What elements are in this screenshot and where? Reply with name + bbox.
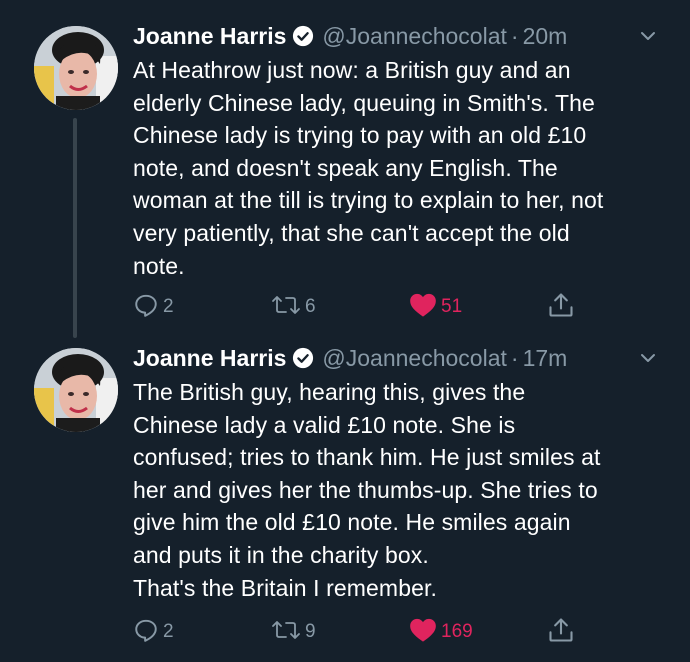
tweet-header: Joanne Harris @Joannechocolat · 17m — [133, 340, 567, 376]
retweet-button[interactable]: 9 — [271, 617, 316, 647]
chevron-down-icon[interactable] — [638, 26, 658, 51]
share-icon — [547, 291, 575, 324]
tweet-text: At Heathrow just now: a British guy and … — [133, 57, 604, 279]
author-name[interactable]: Joanne Harris — [133, 345, 286, 372]
like-count: 169 — [441, 621, 473, 642]
reply-icon — [133, 292, 159, 323]
reply-count: 2 — [163, 296, 174, 317]
tweet-2[interactable]: Joanne Harris @Joannechocolat · 17m The … — [0, 340, 690, 650]
separator-dot: · — [510, 344, 519, 371]
tweet-header: Joanne Harris @Joannechocolat · 20m — [133, 18, 567, 54]
heart-icon — [409, 617, 437, 648]
like-button[interactable]: 51 — [409, 292, 462, 322]
tweet-time[interactable]: 17m — [523, 345, 568, 372]
tweet-actions: 2 9 169 — [133, 617, 583, 647]
verified-badge-icon — [292, 347, 314, 369]
retweet-icon — [271, 617, 301, 648]
avatar[interactable] — [34, 348, 118, 432]
tweet-1[interactable]: Joanne Harris @Joannechocolat · 20m At H… — [0, 18, 690, 328]
share-button[interactable] — [547, 292, 575, 322]
retweet-icon — [271, 292, 301, 323]
like-count: 51 — [441, 296, 463, 317]
heart-icon — [409, 292, 437, 323]
tweet-time[interactable]: 20m — [523, 23, 568, 50]
separator-dot: · — [510, 22, 519, 49]
reply-button[interactable]: 2 — [133, 617, 174, 647]
chevron-down-icon[interactable] — [638, 348, 658, 373]
author-name[interactable]: Joanne Harris — [133, 23, 286, 50]
retweet-count: 9 — [305, 621, 316, 642]
verified-badge-icon — [292, 25, 314, 47]
retweet-count: 6 — [305, 296, 316, 317]
reply-count: 2 — [163, 621, 174, 642]
tweet-actions: 2 6 51 — [133, 292, 583, 322]
retweet-button[interactable]: 6 — [271, 292, 316, 322]
share-button[interactable] — [547, 617, 575, 647]
share-icon — [547, 616, 575, 649]
tweet-text: The British guy, hearing this, gives the… — [133, 379, 601, 601]
reply-icon — [133, 617, 159, 648]
author-handle[interactable]: @Joannechocolat — [322, 345, 506, 372]
reply-button[interactable]: 2 — [133, 292, 174, 322]
avatar[interactable] — [34, 26, 118, 110]
like-button[interactable]: 169 — [409, 617, 473, 647]
author-handle[interactable]: @Joannechocolat — [322, 23, 506, 50]
